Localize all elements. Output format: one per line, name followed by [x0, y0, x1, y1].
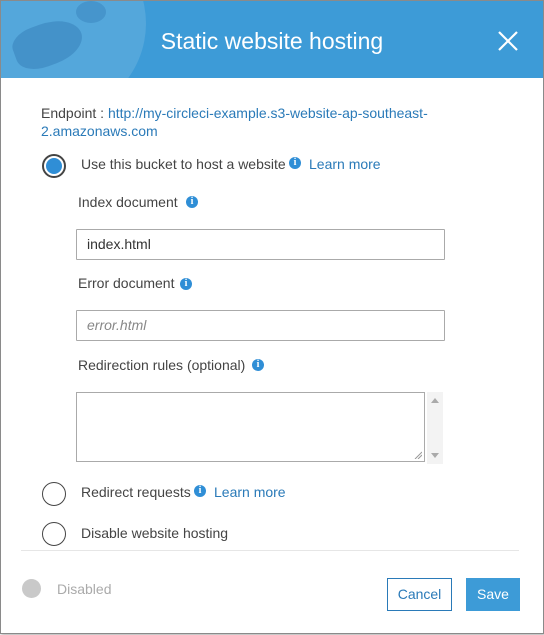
error-document-label: Error document — [78, 275, 175, 291]
save-button[interactable]: Save — [466, 578, 520, 611]
host-website-label: Use this bucket to host a website — [81, 156, 286, 172]
static-website-hosting-dialog: Static website hosting Endpoint : http:/… — [0, 0, 544, 634]
index-document-label: Index document — [78, 194, 178, 210]
redirect-learn-more-link[interactable]: Learn more — [214, 484, 286, 500]
dialog-header: Static website hosting — [1, 1, 543, 78]
host-website-radio[interactable] — [42, 154, 66, 178]
index-document-input[interactable]: index.html — [76, 229, 445, 260]
redirect-requests-radio[interactable] — [42, 482, 66, 506]
dialog-title: Static website hosting — [160, 28, 384, 54]
footer-divider — [21, 550, 519, 551]
info-icon[interactable]: i — [289, 157, 301, 169]
info-icon[interactable]: i — [180, 278, 192, 290]
redirection-rules-label: Redirection rules (optional) — [78, 357, 246, 373]
host-learn-more-link[interactable]: Learn more — [309, 156, 381, 172]
cancel-button[interactable]: Cancel — [387, 578, 452, 611]
close-icon[interactable] — [494, 27, 522, 55]
endpoint-label: Endpoint : — [41, 105, 105, 121]
redirect-requests-label: Redirect requests — [81, 484, 191, 500]
endpoint-row: Endpoint : http://my-circleci-example.s3… — [41, 104, 461, 140]
redirection-rules-textarea[interactable] — [76, 392, 425, 462]
status-indicator — [22, 579, 41, 598]
status-text: Disabled — [57, 581, 112, 597]
disable-hosting-radio[interactable] — [42, 522, 66, 546]
info-icon[interactable]: i — [186, 196, 198, 208]
scroll-up-icon[interactable] — [431, 398, 439, 403]
disable-hosting-label: Disable website hosting — [81, 525, 229, 541]
scroll-down-icon[interactable] — [431, 453, 439, 458]
textarea-scrollbar[interactable] — [427, 392, 443, 464]
resize-handle-icon[interactable] — [414, 451, 422, 459]
info-icon[interactable]: i — [252, 359, 264, 371]
error-document-input[interactable]: error.html — [76, 310, 445, 341]
info-icon[interactable]: i — [194, 485, 206, 497]
